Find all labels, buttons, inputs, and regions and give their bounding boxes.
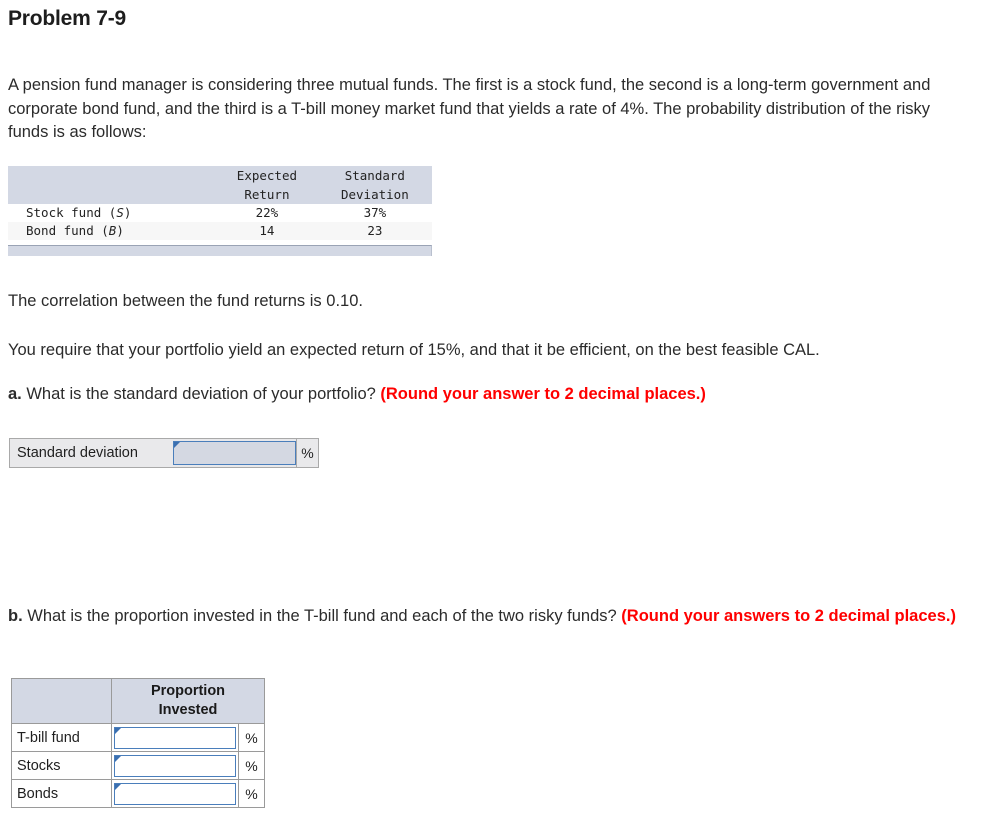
header-line-1: Proportion xyxy=(150,683,226,699)
answer-a-percent-suffix: % xyxy=(296,439,318,467)
table-header-row: Expected Return Standard Deviation xyxy=(8,166,432,204)
correlation-statement: The correlation between the fund returns… xyxy=(8,292,363,310)
question-a-hint: (Round your answer to 2 decimal places.) xyxy=(380,385,706,403)
header-line-1: Standard xyxy=(344,168,405,183)
question-a: a. What is the standard deviation of you… xyxy=(8,382,968,406)
answer-b-table: Proportion Invested T-bill fund % Stocks … xyxy=(11,678,265,808)
question-a-letter: a. xyxy=(8,385,22,403)
answer-b-header-blank xyxy=(11,678,112,724)
answer-b-row-label-bonds: Bonds xyxy=(11,779,112,808)
header-line-2: Deviation xyxy=(340,187,409,202)
table-header-corner xyxy=(8,166,217,204)
row-label-bond-fund: Bond fund (B) xyxy=(8,222,217,240)
table-header-expected-return: Expected Return xyxy=(216,166,318,204)
answer-a-label: Standard deviation xyxy=(10,439,173,467)
row-label-paren: ) xyxy=(116,223,124,238)
input-marker-icon xyxy=(174,442,180,448)
stocks-proportion-input[interactable] xyxy=(114,754,236,777)
tbill-proportion-input[interactable] xyxy=(114,726,236,749)
fund-data-table: Expected Return Standard Deviation Stock f… xyxy=(8,166,432,240)
question-b-text: What is the proportion invested in the T… xyxy=(22,607,622,625)
requirement-statement: You require that your portfolio yield an… xyxy=(8,341,820,359)
answer-b-input-cell xyxy=(111,779,239,808)
table-row: T-bill fund % xyxy=(11,723,265,752)
answer-b-percent-suffix: % xyxy=(238,779,265,808)
header-line-1: Expected xyxy=(236,168,298,183)
answer-b-input-cell xyxy=(111,723,239,752)
row-label-paren: ) xyxy=(123,205,132,220)
row-label-text: Bond fund ( xyxy=(26,223,109,238)
question-b: b. What is the proportion invested in th… xyxy=(8,604,980,628)
row-label-symbol: S xyxy=(116,205,124,220)
table-row: Stock fund (S) 22% 37% xyxy=(8,204,432,222)
input-marker-icon xyxy=(115,783,121,790)
table-row: Bonds % xyxy=(11,779,265,808)
table-row: Stocks % xyxy=(11,751,265,780)
problem-statement: A pension fund manager is considering th… xyxy=(8,76,931,141)
header-line-2: Invested xyxy=(158,702,218,718)
answer-b-percent-suffix: % xyxy=(238,723,265,752)
table-row: Bond fund (B) 14 23 xyxy=(8,222,432,240)
fund-data-table-container: Expected Return Standard Deviation Stock f… xyxy=(8,166,432,256)
cell-standard-deviation: 23 xyxy=(317,222,432,240)
header-line-2: Return xyxy=(244,187,290,202)
input-marker-icon xyxy=(115,727,121,734)
answer-b-header-row: Proportion Invested xyxy=(11,678,265,724)
question-a-text: What is the standard deviation of your p… xyxy=(21,385,381,403)
answer-b-header-proportion-invested: Proportion Invested xyxy=(111,678,265,724)
question-b-letter: b. xyxy=(8,607,23,625)
standard-deviation-input[interactable] xyxy=(173,441,296,465)
answer-b-input-cell xyxy=(111,751,239,780)
answer-b-row-label-tbill: T-bill fund xyxy=(11,723,112,752)
table-header-standard-deviation: Standard Deviation xyxy=(317,166,432,204)
page-title: Problem 7-9 xyxy=(8,7,127,30)
cell-expected-return: 14 xyxy=(216,222,318,240)
input-marker-icon xyxy=(115,755,121,762)
bonds-proportion-input[interactable] xyxy=(114,782,236,805)
row-label-text: Stock fund ( xyxy=(26,205,117,220)
answer-b-row-label-stocks: Stocks xyxy=(11,751,112,780)
answer-b-percent-suffix: % xyxy=(238,751,265,780)
cell-expected-return: 22% xyxy=(216,204,318,222)
question-b-hint: (Round your answers to 2 decimal places.… xyxy=(621,607,956,625)
cell-standard-deviation: 37% xyxy=(317,204,432,222)
row-label-stock-fund: Stock fund (S) xyxy=(8,204,217,222)
answer-a-row: Standard deviation % xyxy=(9,438,319,468)
table-footer-bar xyxy=(8,245,432,256)
